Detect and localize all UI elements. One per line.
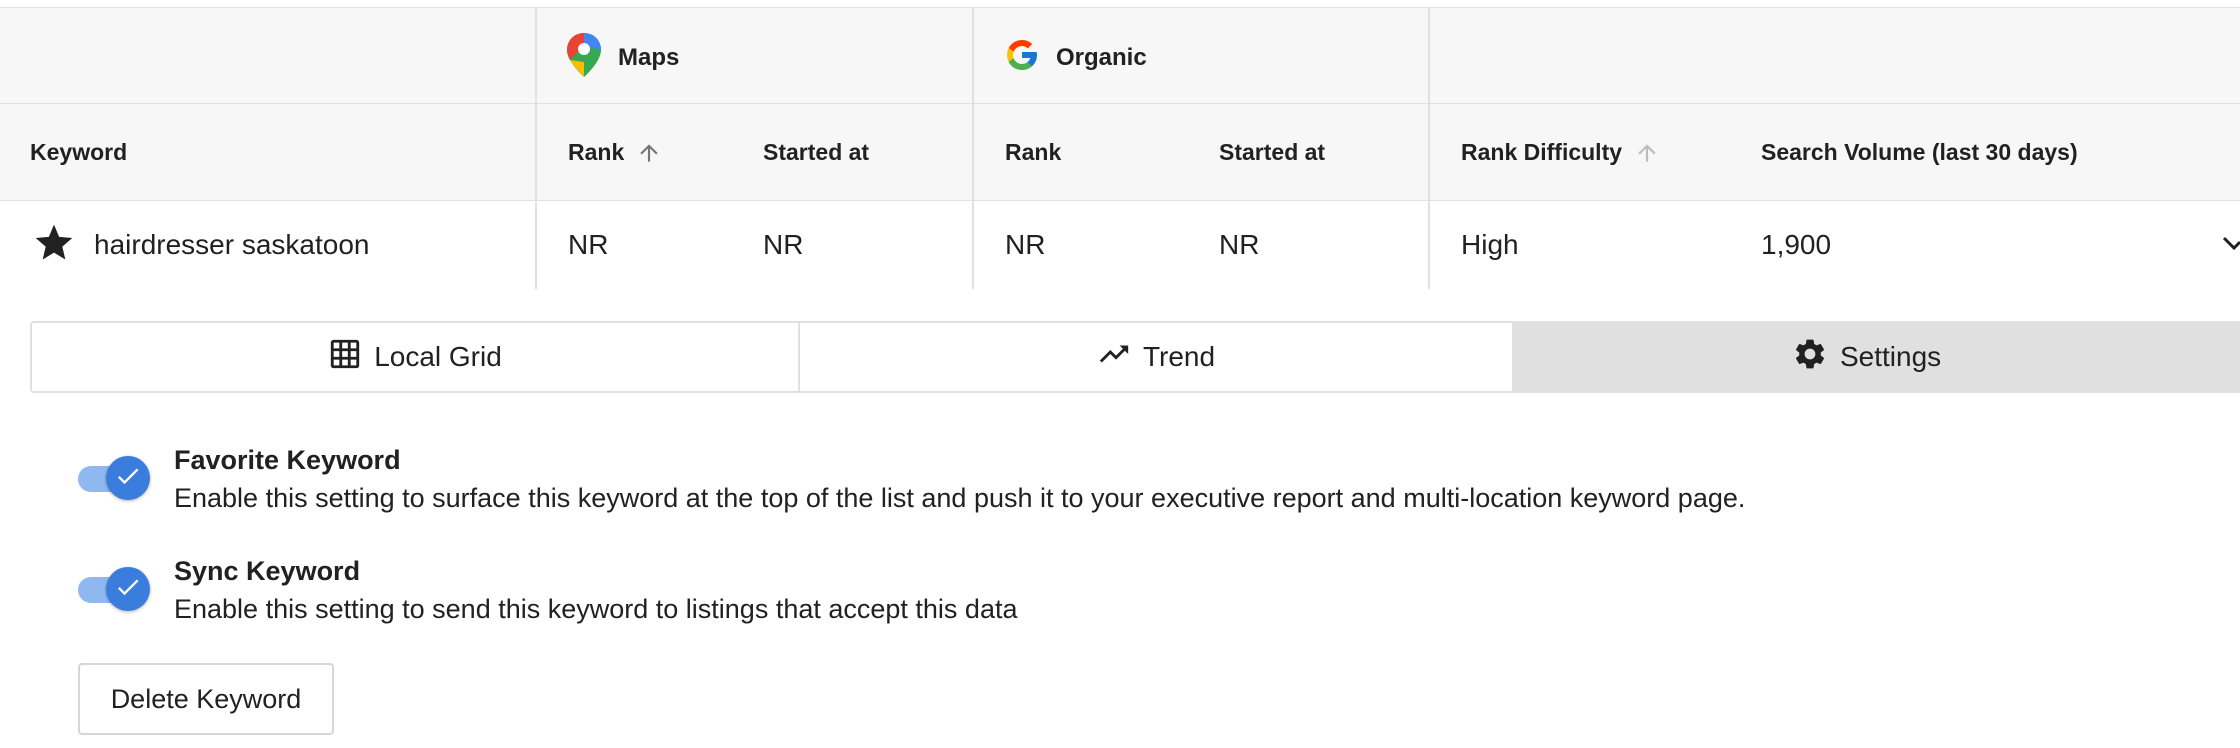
column-divider: [972, 8, 974, 289]
column-header-search-volume[interactable]: Search Volume (last 30 days): [1761, 104, 2078, 201]
organic-group-label: Organic: [1004, 37, 1147, 78]
column-header-keyword[interactable]: Keyword: [30, 104, 127, 201]
column-header-maps-rank[interactable]: Rank: [568, 104, 662, 201]
toggle-knob: [106, 456, 150, 500]
organic-group-title: Organic: [1056, 43, 1147, 71]
column-header-maps-started[interactable]: Started at: [763, 104, 869, 201]
organic-started-value: NR: [1219, 229, 1260, 260]
gear-icon: [1792, 336, 1828, 379]
column-header-label: Rank Difficulty: [1461, 139, 1623, 165]
maps-rank-value: NR: [568, 229, 609, 260]
toggle-knob: [106, 567, 150, 611]
trending-up-icon: [1097, 337, 1131, 378]
column-header-organic-rank[interactable]: Rank: [1005, 104, 1061, 201]
column-header-label: Rank: [568, 139, 625, 165]
google-g-logo-icon: [1004, 37, 1040, 78]
search-volume-value: 1,900: [1761, 229, 1832, 260]
setting-title: Favorite Keyword: [174, 445, 401, 475]
tab-trend[interactable]: Trend: [800, 323, 1512, 391]
setting-title: Sync Keyword: [174, 556, 361, 586]
maps-group-label: Maps: [566, 32, 679, 83]
tab-label: Trend: [1142, 341, 1216, 372]
setting-description: Enable this setting to surface this keyw…: [174, 483, 1746, 513]
keyword-cell: hairdresser saskatoon: [32, 201, 369, 289]
google-maps-pin-icon: [566, 32, 602, 83]
grid-icon: [328, 337, 362, 378]
setting-description: Enable this setting to send this keyword…: [174, 594, 1018, 624]
arrow-up-icon[interactable]: [1634, 139, 1660, 167]
tab-label: Settings: [1840, 341, 1942, 372]
delete-keyword-button[interactable]: Delete Keyword: [78, 663, 334, 735]
tab-local-grid[interactable]: Local Grid: [32, 323, 800, 391]
column-header-organic-started[interactable]: Started at: [1219, 104, 1325, 201]
sync-keyword-setting: Sync Keyword Enable this setting to send…: [76, 553, 1017, 629]
check-icon: [114, 462, 142, 495]
check-icon: [114, 573, 142, 606]
rank-difficulty-value: High: [1461, 229, 1519, 260]
tab-label: Local Grid: [374, 341, 502, 372]
maps-started-value: NR: [763, 229, 804, 260]
star-icon[interactable]: [32, 221, 76, 270]
chevron-down-icon[interactable]: [2222, 232, 2240, 261]
detail-tabs: Local Grid Trend Settings: [30, 321, 2240, 393]
tab-settings[interactable]: Settings: [1512, 323, 2240, 391]
maps-group-title: Maps: [618, 43, 680, 71]
organic-rank-value: NR: [1005, 229, 1046, 260]
column-header-rank-difficulty[interactable]: Rank Difficulty: [1461, 104, 1660, 201]
setting-text: Favorite Keyword Enable this setting to …: [174, 442, 1745, 518]
setting-text: Sync Keyword Enable this setting to send…: [174, 553, 1017, 629]
column-divider: [1428, 8, 1430, 289]
keyword-text: hairdresser saskatoon: [94, 229, 370, 260]
sync-keyword-toggle[interactable]: [76, 567, 150, 611]
favorite-keyword-toggle[interactable]: [76, 456, 150, 500]
favorite-keyword-setting: Favorite Keyword Enable this setting to …: [76, 442, 1745, 518]
arrow-up-icon[interactable]: [636, 139, 662, 167]
column-divider: [535, 8, 537, 289]
